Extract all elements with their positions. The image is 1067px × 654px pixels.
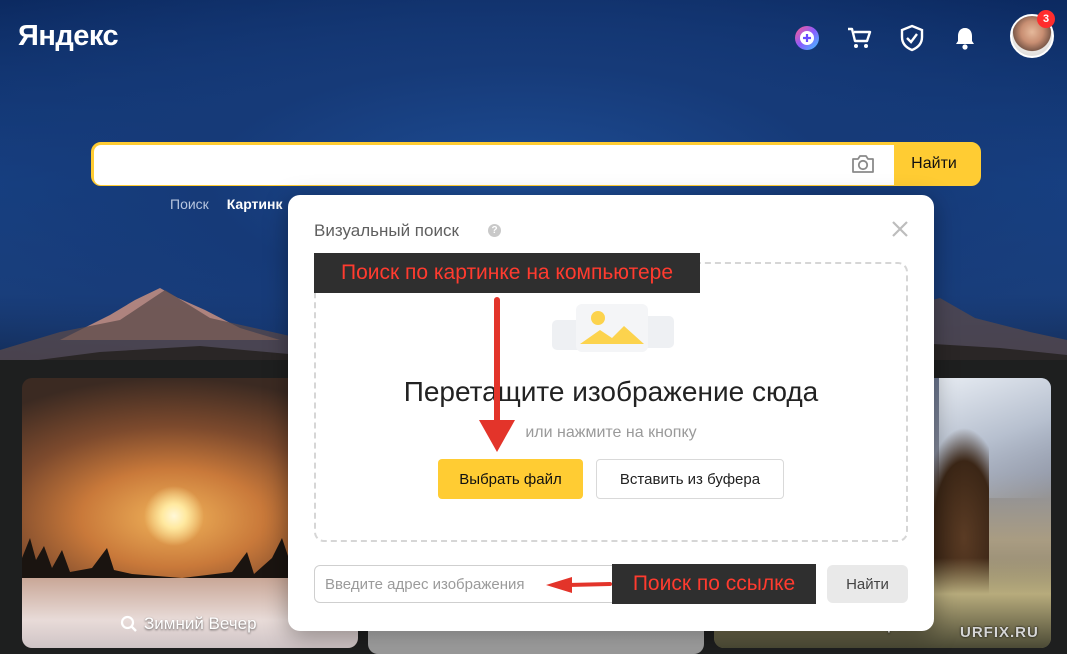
shield-check-icon[interactable]: [896, 22, 928, 54]
notification-badge: 3: [1037, 10, 1055, 28]
drop-subtext: или нажмите на кнопку: [525, 424, 697, 441]
annotation-computer-search: Поиск по картинке на компьютере: [314, 253, 700, 293]
popup-title: Визуальный поиск: [314, 221, 459, 240]
choose-file-button[interactable]: Выбрать файл: [438, 459, 583, 499]
help-icon[interactable]: ?: [488, 224, 501, 237]
camera-icon[interactable]: [850, 153, 876, 175]
watermark: URFIX.RU: [960, 624, 1039, 641]
yandex-logo[interactable]: Яндекс: [18, 20, 119, 53]
image-placeholder-icon: [552, 304, 674, 352]
drop-heading: Перетащите изображение сюда: [403, 376, 819, 407]
search-submit-button[interactable]: Найти: [890, 145, 978, 183]
search-tabs: Поиск Картинк: [170, 196, 296, 212]
bell-icon[interactable]: [949, 22, 981, 54]
tab-search[interactable]: Поиск: [170, 196, 209, 212]
plus-circle-icon[interactable]: [791, 22, 823, 54]
image-drop-zone[interactable]: Перетащите изображение сюда или нажмите …: [314, 262, 908, 542]
search-icon: [120, 615, 137, 632]
search-bar: Найти: [91, 142, 981, 186]
paste-from-clipboard-button[interactable]: Вставить из буфера: [596, 459, 784, 499]
card-caption-text: Зимний Вечер: [144, 614, 257, 633]
cart-icon[interactable]: [843, 22, 875, 54]
close-icon[interactable]: [890, 219, 910, 239]
tab-images[interactable]: Картинк: [227, 196, 283, 212]
search-input[interactable]: [94, 145, 894, 185]
annotation-link-search: Поиск по ссылке: [612, 564, 816, 604]
find-by-url-button[interactable]: Найти: [827, 565, 908, 603]
card-caption: Зимний Вечер: [120, 614, 257, 634]
